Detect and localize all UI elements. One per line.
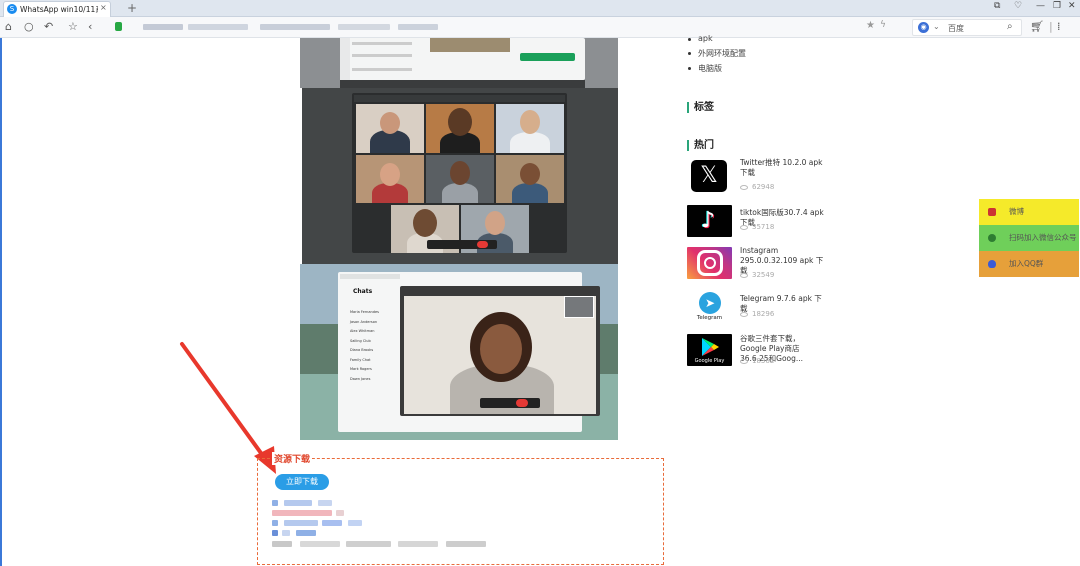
minimize-icon[interactable]: — (1036, 1, 1045, 11)
secure-lock-icon (115, 22, 122, 31)
instagram-logo-icon[interactable] (687, 247, 732, 279)
separator-icon: | (1049, 20, 1053, 33)
back-icon[interactable]: ‹ (88, 20, 92, 33)
contact-list: Maria Fernandes Jason Anderson Alex Whit… (350, 308, 398, 430)
weibo-label: 微博 (1009, 207, 1024, 216)
whatsapp-chat-screenshot (300, 38, 618, 88)
sidebar-link[interactable]: apk (698, 34, 713, 43)
wechat-icon (988, 234, 996, 242)
telegram-logo-caption: Telegram (696, 315, 723, 321)
flash-icon[interactable]: ϟ (880, 20, 886, 30)
group-video-call-screenshot (302, 88, 618, 264)
download-section-title: 资源下载 (272, 452, 313, 465)
hot-item-views: 35718 (752, 223, 775, 231)
chevron-down-icon[interactable]: ⌄ (933, 22, 940, 31)
undo-icon[interactable]: ↶ (44, 20, 53, 33)
tags-heading: 标签 (687, 102, 714, 113)
search-icon[interactable]: ⌕ (1007, 21, 1013, 32)
baidu-icon[interactable]: ◉ (918, 22, 929, 33)
url-blurred (260, 24, 330, 30)
telegram-logo-icon[interactable]: ➤ Telegram (687, 290, 732, 322)
contact-names: Maria Fernandes Jason Anderson Alex Whit… (350, 310, 379, 381)
cart-icon[interactable]: 🛒︎ (1030, 20, 1044, 33)
site-favicon-icon: S (7, 4, 17, 14)
sidebar-link-list: apk 外网环境配置 电脑版 (688, 30, 868, 80)
maximize-icon[interactable]: ❐ (1053, 1, 1061, 11)
tab-title: WhatsApp win10/11系统用 (20, 5, 98, 14)
eye-icon (740, 312, 748, 317)
weibo-button[interactable]: 微博 (979, 199, 1079, 225)
url-blurred (398, 24, 438, 30)
search-engine-label: 百度 (948, 24, 964, 33)
chats-title: Chats (353, 288, 373, 295)
home-icon[interactable]: ⌂ (5, 20, 12, 33)
close-window-icon[interactable]: ✕ (1068, 1, 1076, 11)
eye-icon (740, 273, 748, 278)
download-now-button[interactable]: 立即下载 (275, 474, 329, 490)
qq-group-label: 加入QQ群 (1009, 259, 1044, 268)
grid-menu-icon[interactable]: ⁞ (1057, 20, 1061, 33)
video-call-screenshot: Chats Maria Fernandes Jason Anderson Ale… (300, 264, 618, 440)
eye-icon (740, 185, 748, 190)
tiktok-logo-icon[interactable]: ♪ ♪ ♪ (687, 205, 732, 237)
eye-icon (740, 359, 748, 364)
x-logo-icon[interactable]: 𝕏 (688, 160, 733, 192)
hot-item-views: 18362 (752, 357, 775, 365)
hot-heading: 热门 (687, 140, 714, 151)
wechat-label: 扫码加入微信公众号 (1009, 233, 1077, 242)
navigation-bar: ⌂ ○ ↶ ☆ ‹ ★ ϟ ◉ ⌄ 百度 ⌕ 🛒︎ | ⁞ (0, 17, 1080, 38)
refresh-icon[interactable]: ○ (24, 20, 34, 33)
tab-bar: S WhatsApp win10/11系统用 × + ⧉ ♡ — ❐ ✕ (0, 0, 1080, 17)
download-links-blurred[interactable] (270, 498, 520, 558)
qq-group-button[interactable]: 加入QQ群 (979, 251, 1079, 277)
hot-item-views: 32549 (752, 271, 775, 279)
sidebar-link[interactable]: 电脑版 (698, 63, 722, 74)
url-blurred (143, 24, 183, 30)
url-blurred (188, 24, 248, 30)
browser-tab[interactable]: S WhatsApp win10/11系统用 × (3, 1, 111, 17)
shield-icon[interactable]: ♡ (1014, 1, 1022, 11)
new-tab-button[interactable]: + (127, 1, 137, 15)
qq-icon (988, 260, 996, 268)
sidebar-link[interactable]: 外网环境配置 (698, 48, 746, 59)
page-edge (0, 38, 2, 566)
close-tab-icon[interactable]: × (100, 3, 107, 12)
search-box[interactable]: ◉ ⌄ 百度 ⌕ (912, 19, 1022, 36)
weibo-icon (988, 208, 996, 216)
hot-item-views: 62948 (752, 183, 775, 191)
eye-icon (740, 225, 748, 230)
google-play-logo-icon[interactable]: Google Play (687, 334, 732, 366)
tab-list-icon[interactable]: ⧉ (994, 1, 1000, 11)
url-blurred (338, 24, 390, 30)
wechat-button[interactable]: 扫码加入微信公众号 (979, 225, 1079, 251)
hot-item-views: 18296 (752, 310, 775, 318)
hot-item-title[interactable]: Twitter推特 10.2.0 apk 下载 (740, 158, 826, 178)
favorite-star-icon[interactable]: ☆ (68, 20, 78, 33)
google-play-logo-caption: Google Play (694, 358, 725, 364)
